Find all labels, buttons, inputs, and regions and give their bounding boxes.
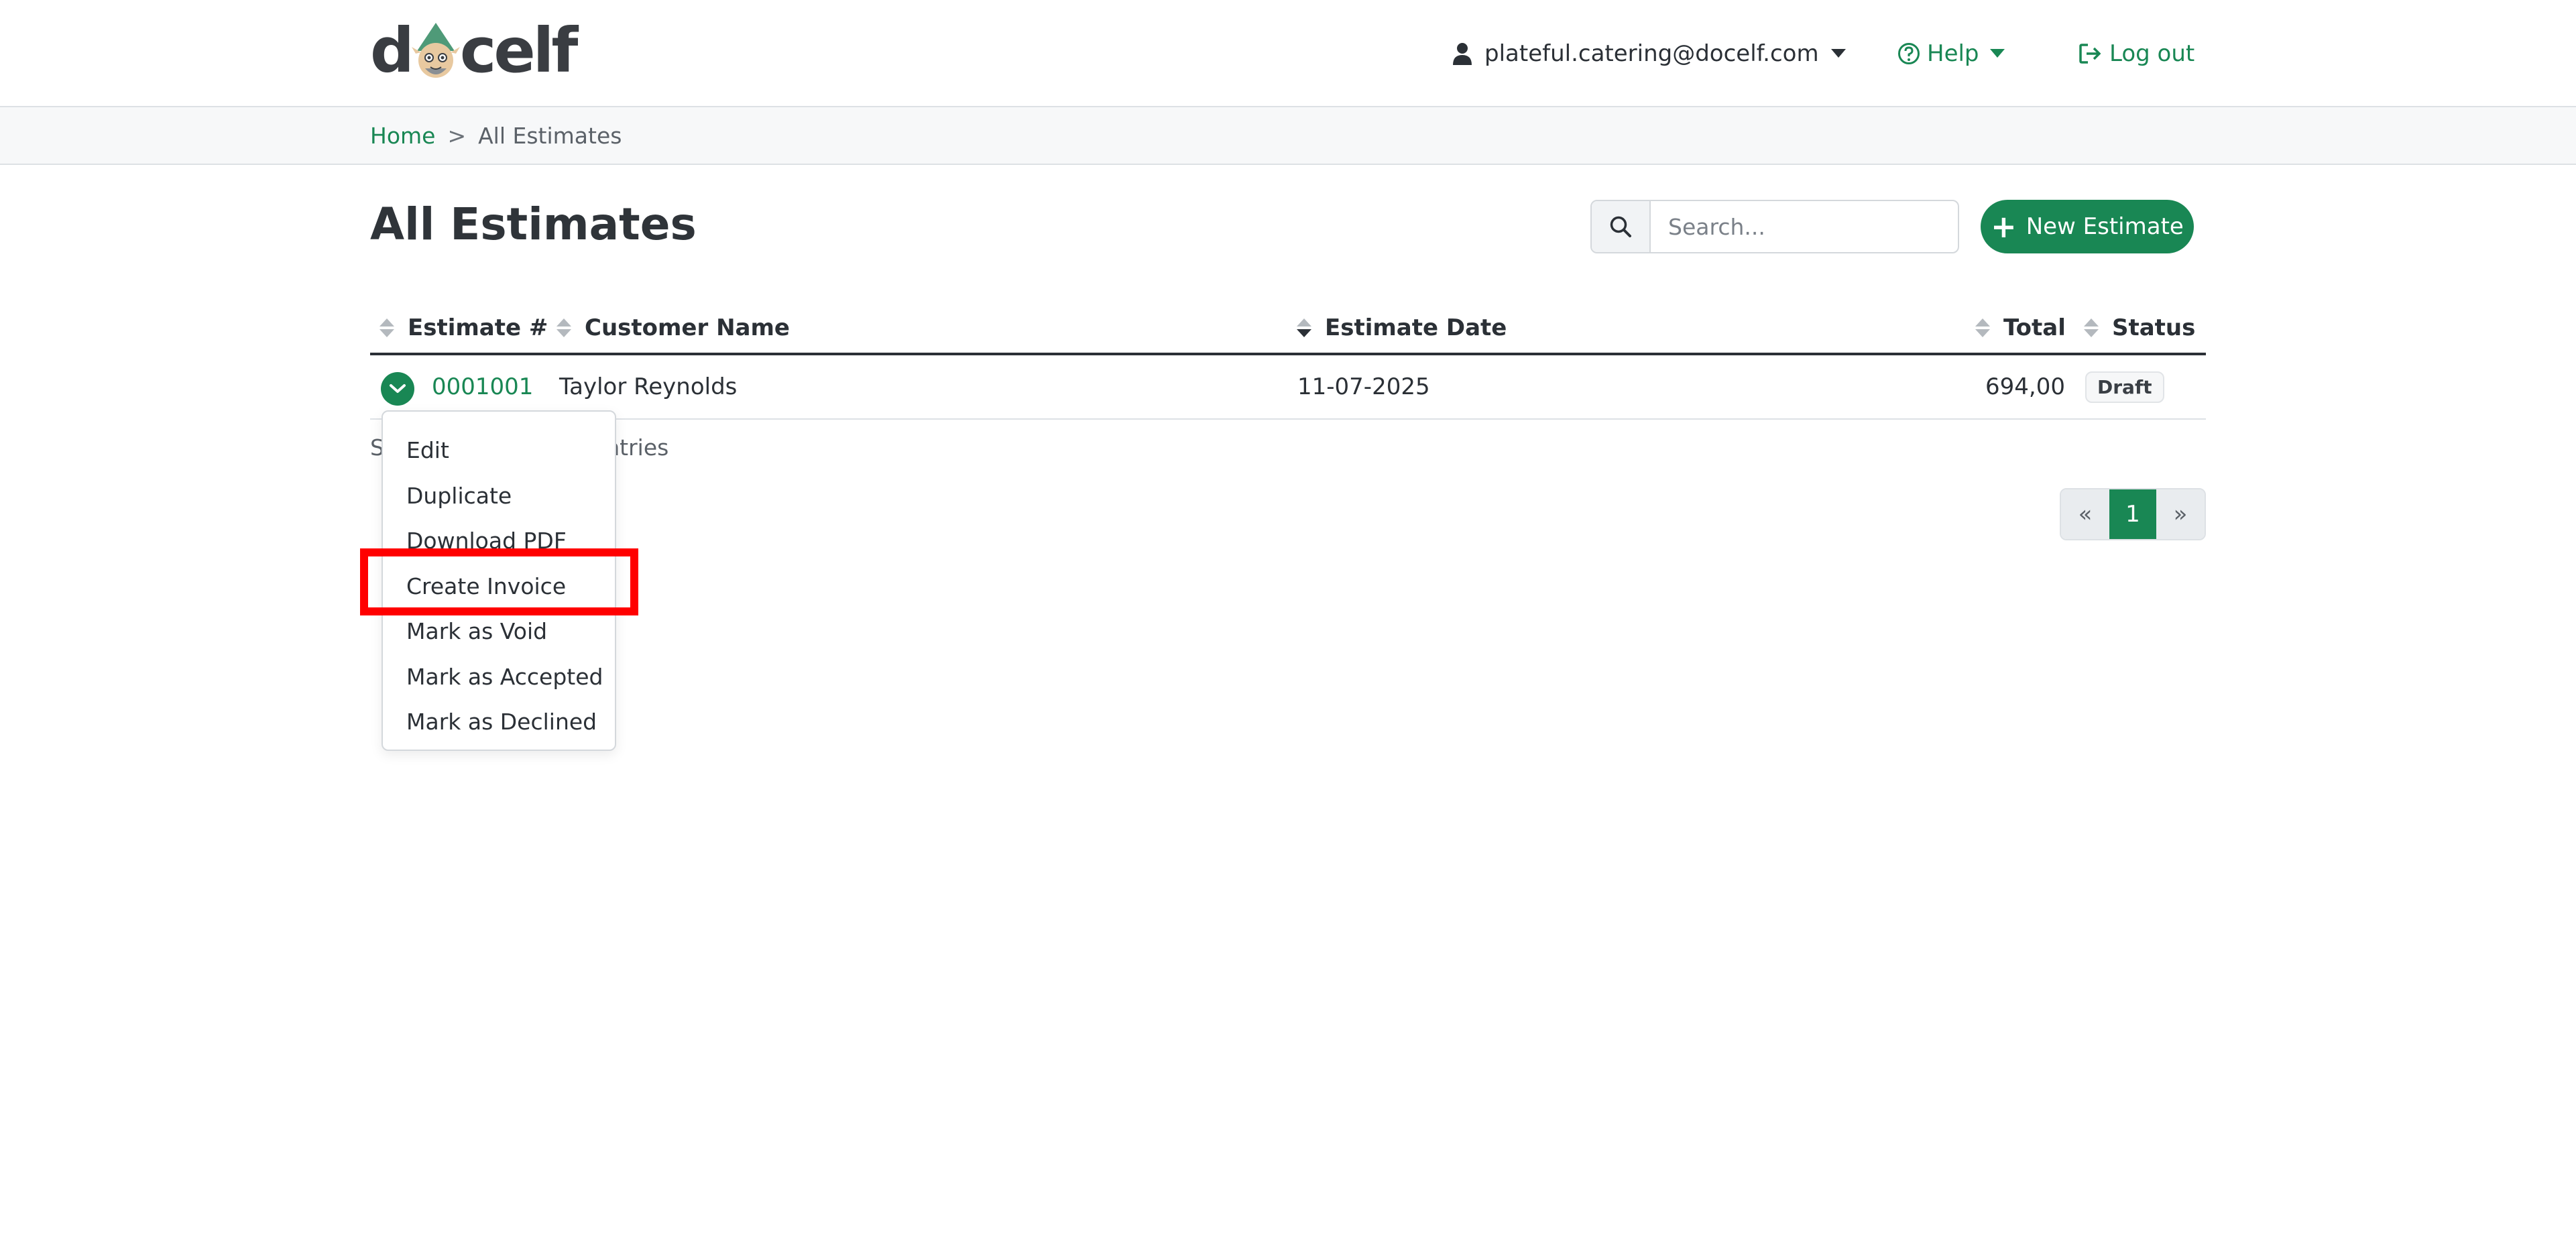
elf-mascot-icon [411, 23, 460, 78]
docelf-logo[interactable]: d celf [370, 15, 578, 86]
menu-item-mark-as-void[interactable]: Mark as Void [383, 609, 615, 654]
chevron-down-icon [390, 384, 406, 393]
column-header-estimate-date[interactable]: Estimate Date [1297, 303, 1507, 353]
total-cell: 694,00 [1985, 373, 2065, 400]
caret-down-icon [1989, 49, 2005, 58]
logo-text-left: d [370, 15, 414, 86]
plus-icon: + [1991, 209, 2017, 245]
column-header-total[interactable]: Total [1975, 303, 2066, 353]
estimate-number-link[interactable]: 0001001 [432, 373, 533, 400]
help-label: Help [1927, 40, 1979, 67]
sort-icon [2084, 318, 2099, 337]
menu-item-edit[interactable]: Edit [383, 428, 615, 473]
customer-name-cell: Taylor Reynolds [559, 373, 738, 400]
search-group [1590, 200, 1959, 253]
status-badge: Draft [2085, 371, 2164, 403]
logout-link[interactable]: Log out [2079, 34, 2194, 74]
search-input[interactable] [1651, 201, 1958, 252]
menu-item-create-invoice[interactable]: Create Invoice [383, 564, 615, 609]
sort-icon [379, 318, 394, 337]
menu-item-mark-as-declined[interactable]: Mark as Declined [383, 699, 615, 745]
menu-item-duplicate[interactable]: Duplicate [383, 473, 615, 519]
breadcrumb: Home > All Estimates [370, 107, 622, 164]
sort-icon [1975, 318, 1990, 337]
table-header: Estimate # Customer Name Estimate Date T… [370, 303, 2206, 355]
breadcrumb-bar: Home > All Estimates [0, 107, 2576, 165]
breadcrumb-separator: > [447, 122, 467, 149]
estimate-date-cell: 11-07-2025 [1297, 373, 1430, 400]
column-header-status[interactable]: Status [2084, 303, 2195, 353]
row-actions-menu: Edit Duplicate Download PDF Create Invoi… [382, 410, 616, 751]
user-account-menu[interactable]: plateful.catering@docelf.com [1452, 34, 1846, 74]
new-estimate-button[interactable]: + New Estimate [1981, 200, 2194, 253]
pagination-next[interactable]: » [2156, 489, 2205, 539]
sort-desc-icon [1297, 318, 1311, 337]
breadcrumb-home-link[interactable]: Home [370, 123, 435, 149]
search-icon [1610, 216, 1631, 237]
sign-out-icon [2079, 44, 2101, 64]
menu-item-download-pdf[interactable]: Download PDF [383, 518, 615, 564]
new-estimate-label: New Estimate [2026, 213, 2184, 240]
pagination-page-1[interactable]: 1 [2109, 489, 2156, 539]
help-menu[interactable]: Help [1897, 34, 2005, 74]
page-title: All Estimates [370, 198, 697, 250]
caret-down-icon [1830, 49, 1846, 58]
row-actions-toggle[interactable] [381, 372, 414, 406]
pagination: « 1 » [2060, 488, 2206, 540]
logo-text-right: celf [459, 15, 578, 86]
pagination-previous[interactable]: « [2061, 489, 2109, 539]
sort-icon [557, 318, 571, 337]
user-icon [1453, 43, 1472, 65]
top-navbar: d celf plateful.catering@docelf.com Help… [0, 0, 2576, 107]
menu-item-mark-as-accepted[interactable]: Mark as Accepted [383, 654, 615, 700]
breadcrumb-current: All Estimates [478, 122, 622, 149]
question-circle-icon [1898, 43, 1920, 64]
column-header-estimate-number[interactable]: Estimate # [379, 303, 548, 353]
table-row: 0001001 Taylor Reynolds 11-07-2025 694,0… [370, 355, 2206, 420]
user-email: plateful.catering@docelf.com [1484, 40, 1819, 67]
column-header-customer-name[interactable]: Customer Name [557, 303, 790, 353]
search-button[interactable] [1592, 201, 1651, 252]
logout-label: Log out [2109, 40, 2195, 67]
